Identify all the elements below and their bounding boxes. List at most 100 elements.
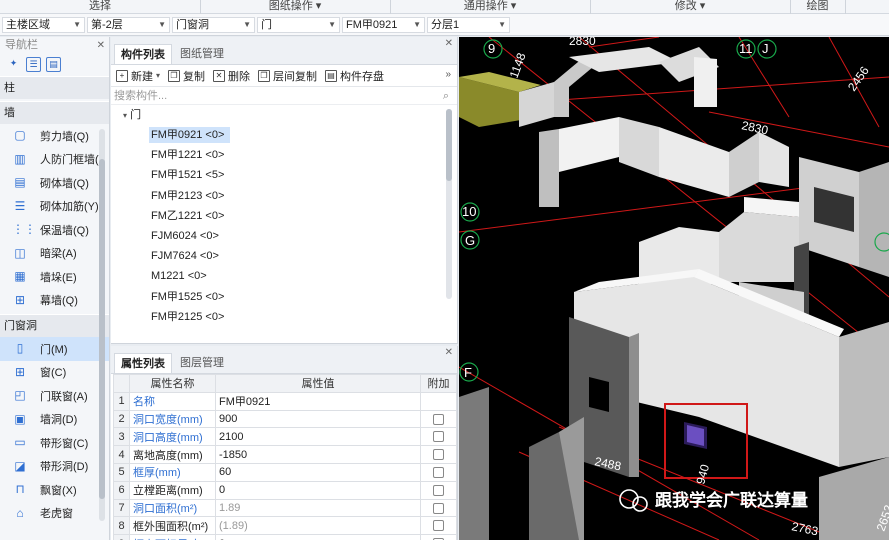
extra-checkbox[interactable] [433,466,444,478]
tree-item[interactable]: FM甲1521 <5> [111,165,457,185]
sidebar-item-door[interactable]: ▯ 门(M) [0,337,109,361]
tab-drawing-management[interactable]: 图纸管理 [174,44,230,64]
tree-item[interactable]: FM甲1221 <0> [111,145,457,165]
property-panel: 属性列表 图层管理 ✕ 属性名称 属性值 附加 1 名称 FM甲0921 2 洞口宽度(… [111,346,458,540]
tree-item[interactable]: FM甲2125 <0> [111,307,457,324]
ribbon-group-modify[interactable]: 修改 ▾ [590,0,790,14]
close-icon[interactable]: ✕ [445,347,453,358]
tab-layer-management[interactable]: 图层管理 [174,353,230,373]
tab-property-list[interactable]: 属性列表 [114,353,172,373]
axis-label-10: 10 [462,204,476,219]
property-row[interactable]: 2 洞口宽度(mm) 900 [113,409,457,429]
navigation-panel: 导航栏 ✕ ✦ ☰ ▤ 柱 墙 ▢ 剪力墙(Q) ▥ 人防门框墙(… ▤ 砌体墙(Q) ☰ 砌… [0,37,110,540]
extra-checkbox[interactable] [433,520,444,532]
tree-item[interactable]: M1221 <0> [111,266,457,286]
property-value-field[interactable]: 0 [215,534,421,540]
property-value-field[interactable]: FM甲0921 [215,391,421,411]
double-chevron-right-icon[interactable]: » [445,69,451,80]
property-row[interactable]: 8 框外围面积(m²) (1.89) [113,516,457,536]
sidebar-item-dormer-window[interactable]: ⌂ 老虎窗 [0,502,109,526]
sidebar-item-wall-hole[interactable]: ▣ 墙洞(D) [0,408,109,432]
nav-category-opening[interactable]: 门窗洞 [0,314,109,337]
property-value-field[interactable]: 900 [215,409,421,429]
layer-select[interactable]: 分层1 ▼ [427,17,510,33]
tree-item[interactable]: FM乙1221 <0> [111,206,457,226]
component-value: FM甲0921 [346,19,398,31]
sidebar-item-strip-hole[interactable]: ◪ 带形洞(D) [0,455,109,479]
component-search-input[interactable]: 搜索构件... ⌕ [111,87,457,105]
nav-category-column[interactable]: 柱 [0,76,109,99]
save-component-button[interactable]: ▤ 构件存盘 [325,68,384,84]
property-row[interactable]: 4 离地高度(mm) -1850 [113,445,457,464]
extra-checkbox[interactable] [433,413,444,425]
sidebar-item-shear-wall[interactable]: ▢ 剪力墙(Q) [0,124,109,148]
extra-checkbox[interactable] [433,449,444,461]
property-value-field[interactable]: -1850 [215,445,421,464]
extra-checkbox[interactable] [433,484,444,496]
sidebar-item-curtain-wall[interactable]: ⊞ 幕墙(Q) [0,289,109,313]
search-icon[interactable]: ⌕ [443,87,449,105]
property-value-field[interactable]: 1.89 [215,498,421,518]
property-row[interactable]: 3 洞口高度(mm) 2100 [113,427,457,447]
ribbon-group-draw[interactable]: 绘图 [790,0,845,14]
tab-component-list[interactable]: 构件列表 [114,44,172,64]
property-row[interactable]: 5 框厚(mm) 60 [113,462,457,482]
property-row[interactable]: 6 立樘距离(mm) 0 [113,480,457,500]
close-icon[interactable]: ✕ [445,38,453,49]
sidebar-item-wall-pier[interactable]: ▦ 墙垛(E) [0,265,109,289]
ribbon-group-drawing-ops[interactable]: 图纸操作 ▾ [200,0,390,14]
ribbon-group-common-ops[interactable]: 通用操作 ▾ [390,0,590,14]
caret-down-icon[interactable]: ▾ [123,111,127,120]
delete-button[interactable]: ✕ 删除 [213,68,250,84]
building-3d-model[interactable]: 9 11 J 10 G F 2830 2456 2830 2488 2763 2… [459,37,889,540]
nav-scrollbar-thumb[interactable] [99,159,105,499]
detail-view-icon[interactable]: ▤ [46,56,61,72]
floor-copy-button[interactable]: ❐ 层间复制 [258,68,317,84]
tree-item[interactable]: FJM7624 <0> [111,246,457,266]
tree-scrollbar-thumb[interactable] [446,109,452,181]
tree-scrollbar[interactable] [446,109,452,299]
sidebar-item-bay-window[interactable]: ⊓ 飘窗(X) [0,478,109,502]
3d-viewport[interactable]: 9 11 J 10 G F 2830 2456 2830 2488 2763 2… [459,37,889,540]
extra-checkbox[interactable] [433,502,444,514]
nav-title: 导航栏 [5,39,38,51]
sidebar-item-door-window[interactable]: ◰ 门联窗(A) [0,384,109,408]
new-button[interactable]: + 新建 ▾ [116,68,160,84]
pin-icon[interactable]: ✦ [6,57,21,72]
component-select[interactable]: FM甲0921 ▼ [342,17,425,33]
category-select[interactable]: 门窗洞 ▼ [172,17,255,33]
property-value-field[interactable]: (1.89) [215,516,421,536]
tree-item[interactable]: FJM6024 <0> [111,226,457,246]
nav-category-wall[interactable]: 墙 [0,101,109,124]
tree-item[interactable]: FM甲0921 <0> [111,125,457,145]
property-row[interactable]: 1 名称 FM甲0921 [113,391,457,411]
extra-checkbox[interactable] [433,431,444,443]
property-value-field[interactable]: 60 [215,462,421,482]
sidebar-item-window[interactable]: ⊞ 窗(C) [0,361,109,385]
axis-label-9: 9 [488,41,495,56]
nav-scrollbar[interactable] [99,129,105,521]
tree-root-door[interactable]: ▾ 门 [111,105,457,125]
ribbon-group-select[interactable]: 选择 [0,0,200,14]
save-icon: ▤ [325,69,338,82]
category-value: 门窗洞 [176,19,209,31]
sidebar-item-insulation-wall[interactable]: ⋮⋮ 保温墙(Q) [0,218,109,242]
copy-button[interactable]: ❐ 复制 [168,68,205,84]
property-value-field[interactable]: 2100 [215,427,421,447]
property-row[interactable]: 7 洞口面积(m²) 1.89 [113,498,457,518]
sidebar-item-hidden-beam[interactable]: ◫ 暗梁(A) [0,242,109,266]
floor-area-select[interactable]: 主楼区域 ▼ [2,17,85,33]
list-view-icon[interactable]: ☰ [26,56,41,72]
sidebar-item-civil-defense-wall[interactable]: ▥ 人防门框墙(… [0,148,109,172]
property-value-field[interactable]: 0 [215,480,421,500]
close-icon[interactable]: ✕ [97,37,105,54]
type-select[interactable]: 门 ▼ [257,17,340,33]
tree-item[interactable]: FM甲1525 <0> [111,287,457,307]
sidebar-item-masonry-rebar[interactable]: ☰ 砌体加筋(Y) [0,195,109,219]
tree-item[interactable]: FM甲2123 <0> [111,186,457,206]
floor-select[interactable]: 第-2层 ▼ [87,17,170,33]
tree-item-label: FM甲1221 <0> [151,149,225,162]
property-row[interactable]: 9框上下扣尺寸(...0 [113,534,457,540]
sidebar-item-masonry-wall[interactable]: ▤ 砌体墙(Q) [0,171,109,195]
sidebar-item-strip-window[interactable]: ▭ 带形窗(C) [0,431,109,455]
